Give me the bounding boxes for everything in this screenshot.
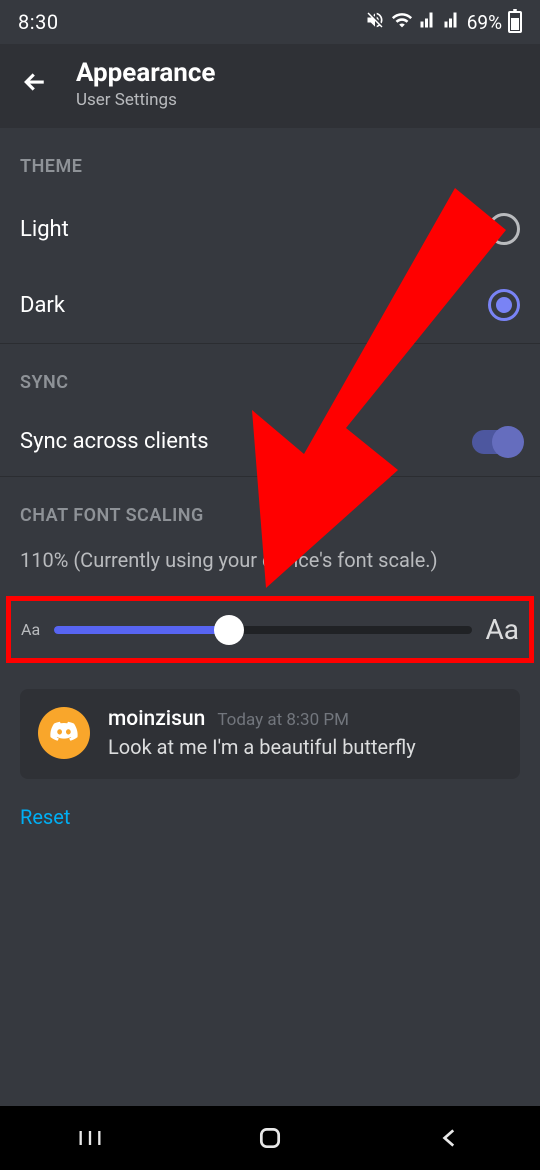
font-size-large-label: Aa	[486, 613, 520, 646]
signal-icon-2	[443, 11, 461, 34]
status-indicators: 69%	[365, 9, 522, 36]
slider-fill	[54, 626, 229, 634]
android-nav-bar	[0, 1106, 540, 1170]
theme-dark-label: Dark	[20, 293, 65, 318]
signal-icon-1	[419, 11, 437, 34]
avatar	[38, 707, 90, 759]
app-header: Appearance User Settings	[0, 44, 540, 128]
mute-icon	[365, 10, 385, 35]
message-preview: moinzisun Today at 8:30 PM Look at me I'…	[20, 689, 520, 779]
theme-light-label: Light	[20, 217, 69, 242]
status-time: 8:30	[18, 10, 59, 34]
reset-button[interactable]: Reset	[0, 779, 540, 855]
nav-back-button[interactable]	[410, 1125, 490, 1151]
preview-timestamp: Today at 8:30 PM	[217, 710, 349, 730]
nav-home-button[interactable]	[230, 1125, 310, 1151]
nav-recents-button[interactable]	[50, 1124, 130, 1152]
preview-message: Look at me I'm a beautiful butterfly	[108, 735, 416, 759]
discord-logo-icon	[49, 718, 79, 748]
sync-toggle[interactable]	[472, 430, 520, 454]
scaling-description: 110% (Currently using your device's font…	[0, 540, 540, 596]
font-size-small-label: Aa	[21, 620, 40, 639]
section-sync-label: SYNC	[0, 344, 540, 407]
status-bar: 8:30 69%	[0, 0, 540, 44]
page-subtitle: User Settings	[76, 90, 215, 110]
preview-username: moinzisun	[108, 707, 205, 731]
radio-unselected-icon	[488, 213, 520, 245]
annotation-highlight-box: Aa Aa	[6, 596, 534, 663]
wifi-icon	[391, 9, 413, 36]
section-scaling-label: CHAT FONT SCALING	[0, 477, 540, 540]
theme-option-light[interactable]: Light	[0, 191, 540, 267]
battery-percentage: 69%	[467, 11, 502, 34]
back-icon[interactable]	[20, 67, 50, 101]
section-theme-label: THEME	[0, 128, 540, 191]
sync-label: Sync across clients	[20, 429, 209, 454]
slider-thumb[interactable]	[214, 615, 244, 645]
battery-icon	[508, 11, 522, 33]
theme-option-dark[interactable]: Dark	[0, 267, 540, 343]
page-title: Appearance	[76, 58, 215, 88]
font-scale-slider[interactable]	[54, 626, 471, 634]
sync-row[interactable]: Sync across clients	[0, 407, 540, 476]
radio-selected-icon	[488, 289, 520, 321]
